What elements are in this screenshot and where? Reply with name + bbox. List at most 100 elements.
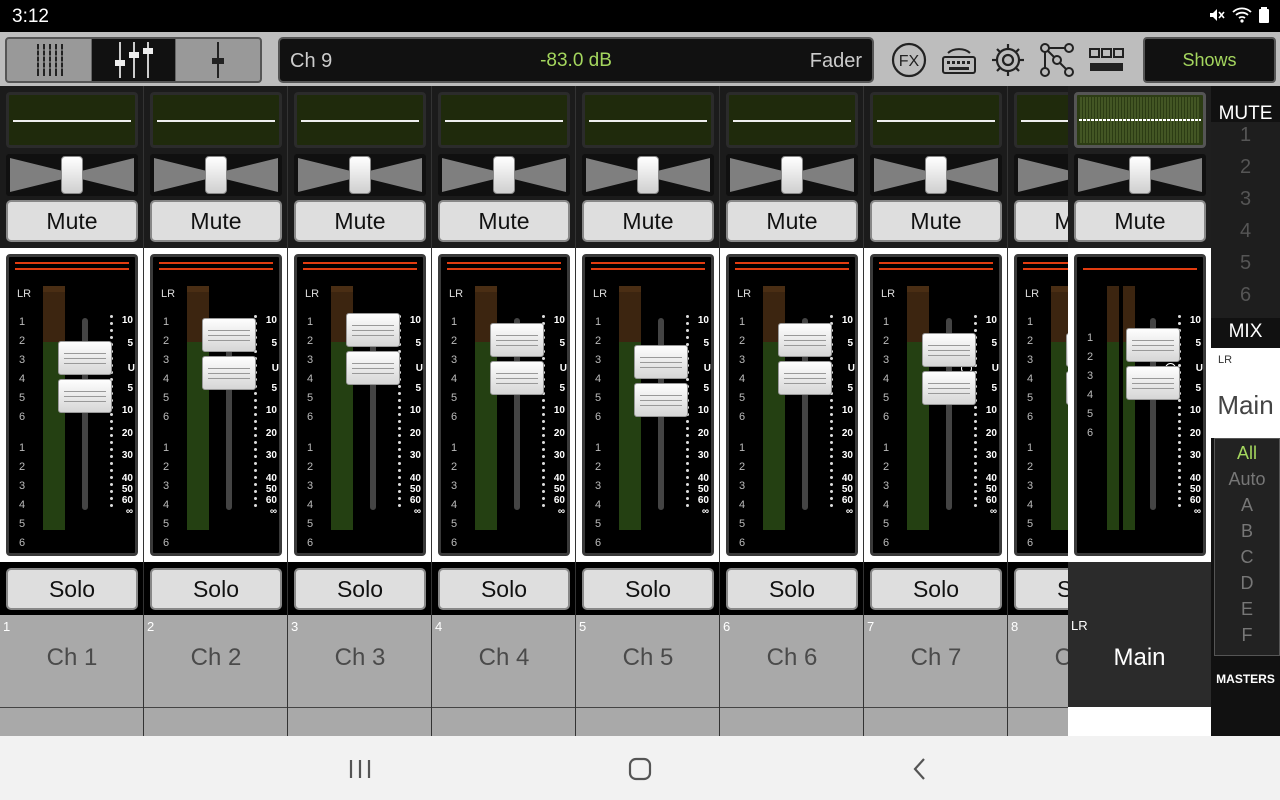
scale-label: 10 bbox=[985, 405, 997, 416]
mute-group-6[interactable]: 6 bbox=[1211, 284, 1280, 307]
pan-knob[interactable] bbox=[205, 156, 227, 194]
strip-divider bbox=[287, 86, 288, 736]
channel-group-d[interactable]: D bbox=[1215, 573, 1279, 594]
channel-group-b[interactable]: B bbox=[1215, 521, 1279, 542]
eq-display[interactable] bbox=[870, 92, 1002, 148]
channel-group-f[interactable]: F bbox=[1215, 625, 1279, 646]
channel-name-area[interactable]: 6 Ch 6 bbox=[720, 615, 864, 707]
eq-display[interactable] bbox=[6, 92, 138, 148]
mute-group-1[interactable]: 1 bbox=[1211, 124, 1280, 147]
fader-scale: 10 5 U 5 10 20 30 405060∞ bbox=[109, 257, 135, 553]
bus-number: 5 bbox=[595, 392, 602, 404]
pan-knob[interactable] bbox=[637, 156, 659, 194]
channel-fader[interactable] bbox=[346, 313, 400, 385]
hardware-button[interactable] bbox=[1086, 39, 1128, 81]
mute-group-4[interactable]: 4 bbox=[1211, 220, 1280, 243]
bus-number: 5 bbox=[163, 518, 170, 530]
solo-button[interactable]: Solo bbox=[294, 568, 426, 610]
eq-display[interactable] bbox=[150, 92, 282, 148]
home-button[interactable] bbox=[620, 754, 660, 784]
mix-selector[interactable]: LR Main bbox=[1211, 348, 1280, 438]
eq-display[interactable] bbox=[294, 92, 426, 148]
pan-control[interactable] bbox=[870, 154, 1002, 196]
routing-button[interactable] bbox=[1036, 39, 1078, 81]
view-single-fader-button[interactable] bbox=[176, 39, 260, 81]
mute-button[interactable]: Mute bbox=[582, 200, 714, 242]
bus-number: 6 bbox=[307, 411, 314, 423]
scale-label: U bbox=[991, 363, 999, 374]
pan-control[interactable] bbox=[294, 154, 426, 196]
bus-label: LR bbox=[1025, 288, 1040, 300]
channel-group-auto[interactable]: Auto bbox=[1215, 469, 1279, 490]
channel-fader[interactable] bbox=[58, 341, 112, 413]
channel-name-area[interactable]: 2 Ch 2 bbox=[144, 615, 288, 707]
pan-control[interactable] bbox=[438, 154, 570, 196]
main-balance-control[interactable] bbox=[1074, 154, 1206, 196]
pan-knob[interactable] bbox=[493, 156, 515, 194]
view-faders-button[interactable] bbox=[91, 39, 177, 81]
main-mute-button[interactable]: Mute bbox=[1074, 200, 1206, 242]
shows-button[interactable]: Shows bbox=[1143, 37, 1276, 83]
pan-control[interactable] bbox=[726, 154, 858, 196]
scale-label: 50 bbox=[985, 484, 997, 495]
mute-group-5[interactable]: 5 bbox=[1211, 252, 1280, 275]
channel-name-area[interactable]: 1 Ch 1 bbox=[0, 615, 144, 707]
channel-name-area[interactable]: 3 Ch 3 bbox=[288, 615, 432, 707]
mute-button[interactable]: Mute bbox=[6, 200, 138, 242]
keyboard-button[interactable] bbox=[938, 39, 980, 81]
solo-button[interactable]: Solo bbox=[582, 568, 714, 610]
main-name-area[interactable]: LR Main bbox=[1068, 562, 1211, 707]
pan-control[interactable] bbox=[582, 154, 714, 196]
channel-name-area[interactable]: 7 Ch 7 bbox=[864, 615, 1008, 707]
masters-button[interactable]: MASTERS bbox=[1211, 672, 1280, 686]
channel-fader[interactable] bbox=[634, 345, 688, 417]
pan-control[interactable] bbox=[6, 154, 138, 196]
settings-button[interactable] bbox=[987, 39, 1029, 81]
mute-button[interactable]: Mute bbox=[150, 200, 282, 242]
mute-group-2[interactable]: 2 bbox=[1211, 156, 1280, 179]
channel-fader[interactable] bbox=[490, 323, 544, 395]
pan-control[interactable] bbox=[150, 154, 282, 196]
eq-display[interactable] bbox=[726, 92, 858, 148]
solo-button[interactable]: Solo bbox=[150, 568, 282, 610]
mute-group-3[interactable]: 3 bbox=[1211, 188, 1280, 211]
mute-button[interactable]: Mute bbox=[438, 200, 570, 242]
recents-button[interactable] bbox=[340, 754, 380, 784]
scale-label: 10 bbox=[409, 405, 421, 416]
pan-knob[interactable] bbox=[925, 156, 947, 194]
main-fader[interactable] bbox=[1126, 328, 1180, 400]
mute-button[interactable]: Mute bbox=[294, 200, 426, 242]
channel-fader[interactable] bbox=[778, 323, 832, 395]
mute-button[interactable]: Mute bbox=[870, 200, 1002, 242]
scale-label: 30 bbox=[697, 450, 709, 461]
channel-name-area[interactable]: 5 Ch 5 bbox=[576, 615, 720, 707]
bus-label: LR bbox=[17, 288, 32, 300]
eq-display[interactable] bbox=[438, 92, 570, 148]
strip-divider bbox=[719, 86, 720, 736]
channel-group-e[interactable]: E bbox=[1215, 599, 1279, 620]
pan-knob[interactable] bbox=[349, 156, 371, 194]
view-meters-button[interactable] bbox=[7, 39, 92, 81]
main-eq-display[interactable] bbox=[1074, 92, 1206, 148]
channel-group-all[interactable]: All bbox=[1215, 443, 1279, 464]
mute-button[interactable]: Mute bbox=[726, 200, 858, 242]
bus-label: LR bbox=[305, 288, 320, 300]
channel-group-c[interactable]: C bbox=[1215, 547, 1279, 568]
channel-fader[interactable] bbox=[922, 333, 976, 405]
pan-knob[interactable] bbox=[781, 156, 803, 194]
channel-fader[interactable] bbox=[202, 318, 256, 390]
solo-button[interactable]: Solo bbox=[6, 568, 138, 610]
bus-number: 6 bbox=[163, 411, 170, 423]
scale-label: U bbox=[271, 363, 279, 374]
eq-display[interactable] bbox=[582, 92, 714, 148]
solo-button[interactable]: Solo bbox=[870, 568, 1002, 610]
solo-button[interactable]: Solo bbox=[438, 568, 570, 610]
channel-group-a[interactable]: A bbox=[1215, 495, 1279, 516]
channel-name-area[interactable]: 4 Ch 4 bbox=[432, 615, 576, 707]
solo-button[interactable]: Solo bbox=[726, 568, 858, 610]
bus-number: 6 bbox=[19, 411, 26, 423]
fx-button[interactable]: FX bbox=[888, 39, 930, 81]
pan-knob[interactable] bbox=[61, 156, 83, 194]
back-button[interactable] bbox=[900, 754, 940, 784]
balance-knob[interactable] bbox=[1129, 156, 1151, 194]
